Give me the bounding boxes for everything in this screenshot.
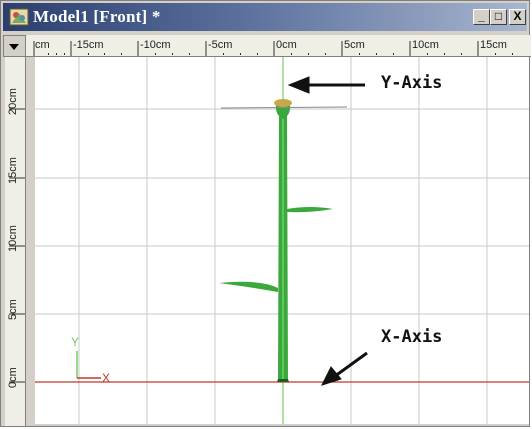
ruler-label: 20cm: [7, 88, 19, 115]
triad-x-label: X: [102, 371, 111, 385]
chevron-down-icon: [9, 44, 19, 50]
plant-model[interactable]: [219, 99, 348, 382]
window-title: Model1 [Front] *: [33, 7, 161, 26]
ruler-label: -10cm: [140, 39, 171, 51]
ruler-label: 10cm: [412, 39, 439, 51]
x-axis-annotation: X-Axis: [381, 327, 443, 347]
minimize-button[interactable]: _: [473, 9, 490, 25]
ruler-label: 5cm: [7, 299, 19, 320]
ruler-menu-button[interactable]: [3, 35, 26, 57]
model-window: Model1 [Front] * _ □ X cm -15cm -10cm -5…: [0, 0, 531, 427]
ruler-label: cm: [35, 39, 50, 51]
ruler-label: 0cm: [276, 39, 297, 51]
ruler-label: 0cm: [7, 367, 19, 388]
ruler-label: 10cm: [7, 225, 19, 252]
close-button[interactable]: X: [509, 9, 526, 25]
y-axis-annotation: Y-Axis: [381, 73, 443, 93]
triad-y-label: Y: [71, 335, 80, 349]
x-axis-arrow: [321, 351, 368, 386]
ruler-label: 15cm: [480, 39, 507, 51]
app-icon: [9, 8, 29, 26]
viewport-canvas[interactable]: Y-Axis X-Axis Y X: [35, 57, 529, 424]
ruler-label: -5cm: [208, 39, 233, 51]
y-axis-arrow: [287, 76, 365, 94]
ruler-label: 5cm: [344, 39, 365, 51]
maximize-button[interactable]: □: [490, 9, 507, 25]
title-bar[interactable]: Model1 [Front] * _ □ X: [3, 3, 527, 31]
ruler-label: -15cm: [73, 39, 104, 51]
axis-triad: [76, 351, 101, 379]
ruler-label: 15cm: [7, 157, 19, 184]
viewport-scene: [35, 57, 529, 424]
vertical-ruler: 20cm 15cm 10cm 5cm 0cm: [5, 57, 26, 426]
horizontal-ruler: cm -15cm -10cm -5cm 0cm 5cm 10cm 15cm: [26, 35, 531, 57]
